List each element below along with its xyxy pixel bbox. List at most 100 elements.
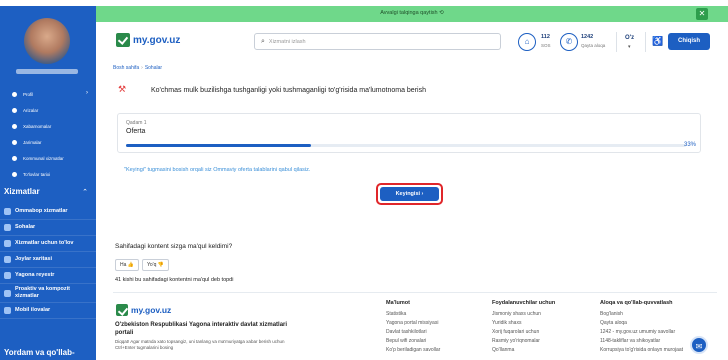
breadcrumb-sectors[interactable]: Sohalar — [145, 65, 162, 71]
progress-fill — [126, 144, 311, 147]
footer-link[interactable]: Davlat tashkilotlari — [386, 329, 440, 338]
personal-menu: Profil › Arizalar Xabarnomalar Jarimalar… — [0, 86, 96, 182]
sidebar-item-label: Sohalar — [15, 224, 36, 230]
logout-button[interactable]: Chiqish — [668, 33, 710, 50]
close-icon[interactable]: ✕ — [696, 8, 708, 20]
next-button[interactable]: Keyingisi › — [380, 187, 439, 201]
no-label: Yo'q — [147, 262, 157, 268]
sidebar-item-label: Joylar xaritasi — [15, 256, 52, 262]
support-section-title: Yordam va qo'llab- — [4, 348, 75, 357]
footer-link[interactable]: Qo'llanma — [492, 347, 555, 356]
logo-check-icon — [116, 33, 130, 47]
divider — [616, 32, 617, 52]
footer-link[interactable]: Bepul wifi zonalari — [386, 338, 440, 347]
bell-icon — [12, 123, 17, 129]
step-card: Qadam 1 Oferta 33% — [117, 113, 701, 153]
footer-heading: Foydalanuvchilar uchun — [492, 300, 556, 306]
sidebar-item-profile[interactable]: Profil › — [0, 86, 96, 102]
feedback-no-button[interactable]: Yo'q 👎 — [142, 259, 170, 271]
footer-link[interactable]: Statistika — [386, 311, 440, 320]
feedback-yes-button[interactable]: Ha 👍 — [115, 259, 140, 271]
services-section-title: Xizmatlar — [4, 187, 40, 196]
avatar[interactable] — [24, 18, 70, 64]
footer-logo[interactable]: my.gov.uz — [116, 304, 171, 316]
footer-column-info: Ma'lumot Statistika Yagona portal missiy… — [386, 300, 440, 356]
thumbs-down-icon: 👎 — [157, 262, 165, 268]
sidebar-item-label: Yagona reyestr — [15, 272, 55, 278]
footer-heading: Ma'lumot — [386, 300, 410, 306]
sidebar-item-label: Arizalar — [23, 107, 39, 113]
sidebar-item-label: Profil — [23, 91, 34, 97]
footer-heading: Aloqa va qo'llab-quvvatlash — [600, 300, 673, 306]
sidebar-item-applications[interactable]: Arizalar — [0, 102, 96, 118]
search-input[interactable]: ⌕ Xizmatni izlash — [254, 33, 501, 50]
service-icon: ⚒ — [118, 84, 127, 94]
payment-icon — [4, 240, 11, 247]
footer-link[interactable]: Rasmiy yo'riqnomalar — [492, 338, 555, 347]
footer-link[interactable]: Yuridik shaxs — [492, 320, 555, 329]
banner-text: Avvalgi talqinga qaytish ⟲ — [380, 10, 444, 16]
profile-icon — [12, 91, 17, 97]
sidebar-item-label: Xizmatlar uchun to'lov — [15, 240, 74, 246]
sidebar-item-payment-history[interactable]: To'lovlar tarixi — [0, 166, 96, 182]
sidebar-item-registry[interactable]: Yagona reyestr — [0, 268, 96, 284]
footer-link[interactable]: Ko'p beriladigan savollar — [386, 347, 440, 356]
feedback-count: 41 kishi bu sahifadagi kontentni ma'qul … — [115, 277, 234, 283]
return-banner[interactable]: Avvalgi talqinga qaytish ⟲ ✕ — [96, 6, 728, 22]
sidebar-item-map[interactable]: Joylar xaritasi — [0, 252, 96, 268]
sidebar: Profil › Arizalar Xabarnomalar Jarimalar… — [0, 6, 96, 360]
next-button-label: Keyingisi — [395, 191, 421, 197]
language-select[interactable]: O'z — [625, 35, 634, 41]
footer-link[interactable]: Jismoniy shaxs uchun — [492, 311, 555, 320]
sidebar-item-proactive[interactable]: Proaktiv va kompozit xizmatlar — [0, 284, 96, 303]
footer-link[interactable]: 1242 - my.gov.uz umumiy savollar — [600, 329, 683, 338]
sidebar-item-notifications[interactable]: Xabarnomalar — [0, 118, 96, 134]
star-icon — [4, 208, 11, 215]
sidebar-item-utilities[interactable]: Kommunal xizmatlar — [0, 150, 96, 166]
step-number: Qadam 1 — [126, 120, 147, 126]
offer-note: "Keyingi" tugmasini bosish orqali siz Om… — [124, 167, 311, 173]
phone-icon[interactable]: ✆ — [560, 33, 578, 51]
proactive-icon — [4, 289, 11, 297]
footer-link[interactable]: Qayta aloqa — [600, 320, 683, 329]
sidebar-item-mobile-apps[interactable]: Mobil ilovalar — [0, 303, 96, 319]
logo-check-icon — [116, 304, 128, 316]
sidebar-item-label: Proaktiv va kompozit xizmatlar — [15, 286, 71, 299]
sidebar-item-sectors[interactable]: Sohalar — [0, 220, 96, 236]
chat-icon[interactable]: ✉ — [690, 336, 708, 354]
applications-icon — [12, 107, 17, 113]
footer-link[interactable]: Xorij fuqarolari uchun — [492, 329, 555, 338]
footer-link[interactable]: Yagona portal missiyasi — [386, 320, 440, 329]
sidebar-item-label: Jarimalar — [23, 139, 42, 145]
divider — [645, 32, 646, 52]
sidebar-item-label: Xabarnomalar — [23, 123, 52, 129]
accessibility-icon[interactable]: ♿ — [652, 36, 663, 47]
footer-logo-text: my.gov.uz — [131, 305, 172, 315]
breadcrumb-home[interactable]: Bosh sahifa — [113, 65, 139, 71]
next-button-highlight: Keyingisi › — [376, 183, 443, 205]
registry-icon — [4, 272, 11, 279]
chevron-up-icon[interactable]: ⌃ — [82, 188, 88, 196]
progress-track — [126, 144, 686, 147]
username-blurred — [16, 69, 78, 74]
page-title: Ko'chmas mulk buzilishga tushganligi yok… — [151, 87, 426, 94]
progress-percent: 33% — [683, 142, 696, 148]
chevron-down-icon[interactable]: ▾ — [628, 44, 631, 50]
callback-number: 1242 — [581, 34, 594, 40]
breadcrumb: Bosh sahifa › Sohalar — [113, 65, 162, 71]
footer-link[interactable]: 1148-takliflar va shikoyatlar — [600, 338, 683, 347]
footer-column-users: Foydalanuvchilar uchun Jismoniy shaxs uc… — [492, 300, 555, 356]
logo-text: my.gov.uz — [133, 34, 181, 46]
sidebar-item-popular-services[interactable]: Ommabop xizmatlar — [0, 204, 96, 220]
search-placeholder: Xizmatni izlash — [268, 38, 306, 45]
sos-icon[interactable]: ⌂ — [518, 33, 536, 51]
footer-link[interactable]: Bog'lanish — [600, 311, 683, 320]
footer-divider — [113, 292, 717, 293]
footer-link[interactable]: Korrupsiya to'g'risida onlayn murojaat — [600, 347, 683, 356]
chevron-right-icon: › — [86, 90, 88, 96]
site-logo[interactable]: my.gov.uz — [116, 33, 180, 47]
fines-icon — [12, 139, 17, 145]
map-icon — [4, 256, 11, 263]
sidebar-item-fines[interactable]: Jarimalar — [0, 134, 96, 150]
sidebar-item-service-payment[interactable]: Xizmatlar uchun to'lov — [0, 236, 96, 252]
